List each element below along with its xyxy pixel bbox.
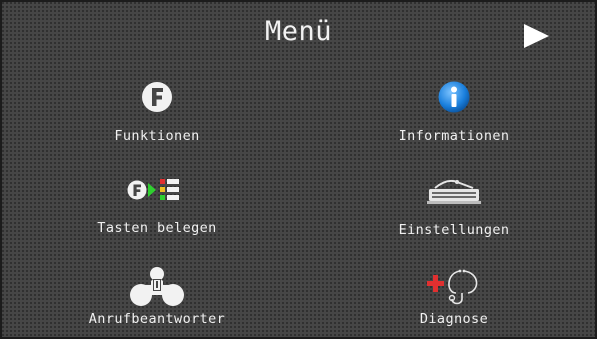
info-icon xyxy=(438,81,470,113)
menu-item-label: Einstellungen xyxy=(398,222,510,238)
menu-item-diagnose[interactable]: Diagnose xyxy=(344,261,564,337)
menu-item-label: Funktionen xyxy=(114,128,200,144)
diagnose-stethoscope-icon xyxy=(427,269,478,305)
menu-item-label: Diagnose xyxy=(419,311,489,327)
menu-item-label: Tasten belegen xyxy=(97,220,217,236)
key-assign-icon xyxy=(127,179,179,200)
next-page-button[interactable] xyxy=(516,20,556,52)
menu-item-anrufbeantworter[interactable]: Anrufbeantworter xyxy=(47,261,267,337)
page-title: Menü xyxy=(264,16,333,47)
menu-item-label: Anrufbeantworter xyxy=(88,311,226,327)
menu-item-einstellungen[interactable]: Einstellungen xyxy=(344,174,564,254)
play-arrow-icon xyxy=(524,24,549,48)
settings-keyboard-icon xyxy=(427,179,481,204)
menu-item-informationen[interactable]: Informationen xyxy=(344,80,564,160)
menu-item-funktionen[interactable]: Funktionen xyxy=(47,80,267,160)
answering-machine-icon xyxy=(130,267,184,306)
function-f-icon xyxy=(142,82,172,112)
menu-item-tasten-belegen[interactable]: Tasten belegen xyxy=(47,174,267,254)
menu-item-label: Informationen xyxy=(398,128,510,144)
menu-screen: Menü Funktionen Informationen Tasten bel… xyxy=(0,0,597,339)
